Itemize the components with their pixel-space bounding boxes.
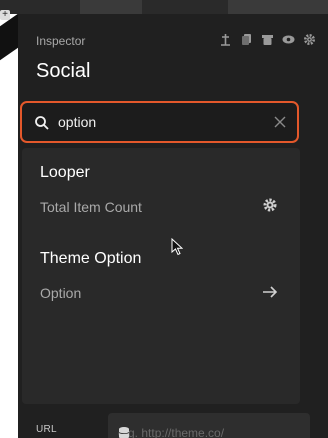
preview-canvas [0, 13, 18, 438]
trash-icon[interactable] [261, 33, 274, 46]
pin-icon[interactable] [219, 33, 232, 46]
search-results-dropdown: Looper Total Item Count Theme Option Opt… [22, 148, 300, 404]
url-control-row: URL e.g. http://theme.co/ [22, 408, 322, 438]
eye-icon[interactable] [282, 33, 295, 46]
mouse-pointer-icon [171, 237, 184, 256]
gear-icon[interactable] [303, 33, 316, 46]
top-toolbar [0, 0, 328, 14]
result-item-option[interactable]: Option [40, 285, 81, 301]
gear-icon[interactable] [262, 197, 278, 213]
search-icon [34, 115, 50, 131]
result-item-total-item-count[interactable]: Total Item Count [40, 199, 142, 215]
dynamic-content-search[interactable] [20, 101, 299, 143]
url-label: URL [36, 424, 57, 435]
add-element-button[interactable]: + [0, 10, 10, 20]
inspector-label: Inspector [36, 34, 86, 48]
search-input[interactable] [58, 112, 258, 132]
copy-icon[interactable] [240, 33, 253, 46]
database-icon[interactable] [118, 426, 130, 438]
group-title-theme-option: Theme Option [40, 250, 142, 267]
url-placeholder: e.g. http://theme.co/ [118, 426, 225, 438]
inspector-toolbar [219, 33, 316, 46]
canvas-graphic [0, 13, 18, 61]
element-title: Social [36, 60, 91, 82]
url-field[interactable]: e.g. http://theme.co/ [108, 413, 310, 438]
group-title-looper: Looper [40, 164, 90, 181]
close-icon[interactable] [273, 115, 287, 129]
arrow-right-icon[interactable] [262, 284, 278, 300]
toolbar-segment [80, 0, 142, 14]
toolbar-segment [228, 0, 328, 14]
